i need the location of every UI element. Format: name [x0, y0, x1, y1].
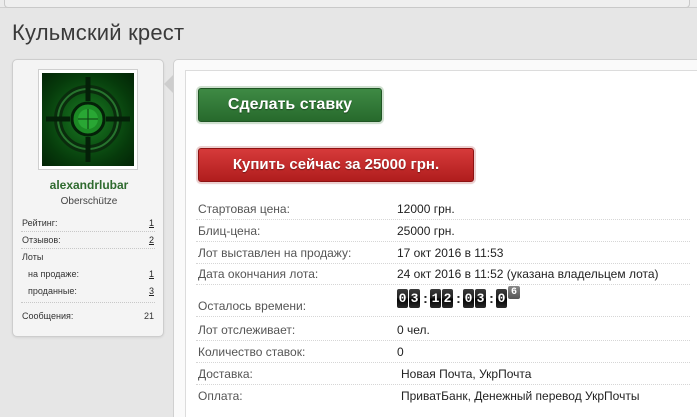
top-header-edge	[0, 0, 697, 8]
username-link[interactable]: alexandrlubar	[13, 178, 165, 192]
timer-digit: 3	[475, 289, 486, 308]
listed-date-label: Лот выставлен на продажу:	[198, 246, 352, 260]
avatar[interactable]	[38, 69, 138, 170]
stat-label-sold: проданные:	[28, 286, 77, 296]
stat-value-rating[interactable]: 1	[149, 218, 154, 228]
stat-value-reviews[interactable]: 2	[149, 235, 154, 245]
timer-separator: :	[489, 290, 494, 306]
blitz-price-value: 25000 грн.	[397, 224, 455, 238]
end-date-value: 24 окт 2016 в 11:52 (указана владельцем …	[397, 267, 659, 281]
stat-label-lots: Лоты	[22, 252, 44, 262]
timer-digit: 0	[463, 289, 474, 308]
stat-value-messages: 21	[143, 311, 154, 321]
watchers-value: 0 чел.	[397, 323, 430, 337]
lot-details-box	[185, 70, 697, 417]
bids-count-value: 0	[397, 345, 404, 359]
watchers-label: Лот отслеживает:	[198, 323, 296, 337]
blitz-price-label: Блиц-цена:	[198, 224, 261, 238]
timer-digit: 0	[496, 289, 507, 308]
user-card: alexandrlubar Oberschütze Рейтинг: 1 Отз…	[12, 59, 164, 337]
bids-count-label: Количество ставок:	[198, 345, 306, 359]
stat-value-on-sale[interactable]: 1	[149, 269, 154, 279]
timer-digit: 6	[508, 286, 520, 299]
payment-label: Оплата:	[198, 389, 243, 403]
stat-label-on-sale: на продаже:	[28, 269, 79, 279]
page-title: Кульмский крест	[12, 20, 185, 45]
user-rank: Oberschütze	[60, 196, 118, 207]
start-price-value: 12000 грн.	[397, 202, 455, 216]
timer-digit: 3	[409, 289, 420, 308]
timer-separator: :	[423, 290, 428, 306]
timer-digit: 0	[397, 289, 408, 308]
stat-label-reviews: Отзывов:	[22, 235, 61, 245]
stat-label-messages: Сообщения:	[22, 311, 74, 321]
start-price-label: Стартовая цена:	[198, 202, 290, 216]
crosshair-icon	[42, 73, 134, 166]
time-remaining-label: Осталось времени:	[198, 299, 307, 313]
delivery-value: Новая Почта, УкрПочта	[401, 367, 532, 381]
stat-label-rating: Рейтинг:	[22, 218, 58, 228]
end-date-label: Дата окончания лота:	[198, 267, 319, 281]
payment-value: ПриватБанк, Денежный перевод УкрПочты	[401, 389, 640, 403]
buy-now-button[interactable]: Купить сейчас за 25000 грн.	[198, 148, 474, 182]
delivery-label: Доставка:	[198, 367, 253, 381]
listed-date-value: 17 окт 2016 в 11:53	[397, 246, 504, 260]
timer-separator: :	[456, 290, 461, 306]
place-bid-button[interactable]: Сделать ставку	[198, 88, 382, 122]
timer-digit: 1	[430, 289, 441, 308]
countdown-timer: 0 3 : 1 2 : 0 3 : 0 6	[397, 286, 521, 309]
stat-value-sold[interactable]: 3	[149, 286, 154, 296]
timer-digit: 2	[442, 289, 453, 308]
